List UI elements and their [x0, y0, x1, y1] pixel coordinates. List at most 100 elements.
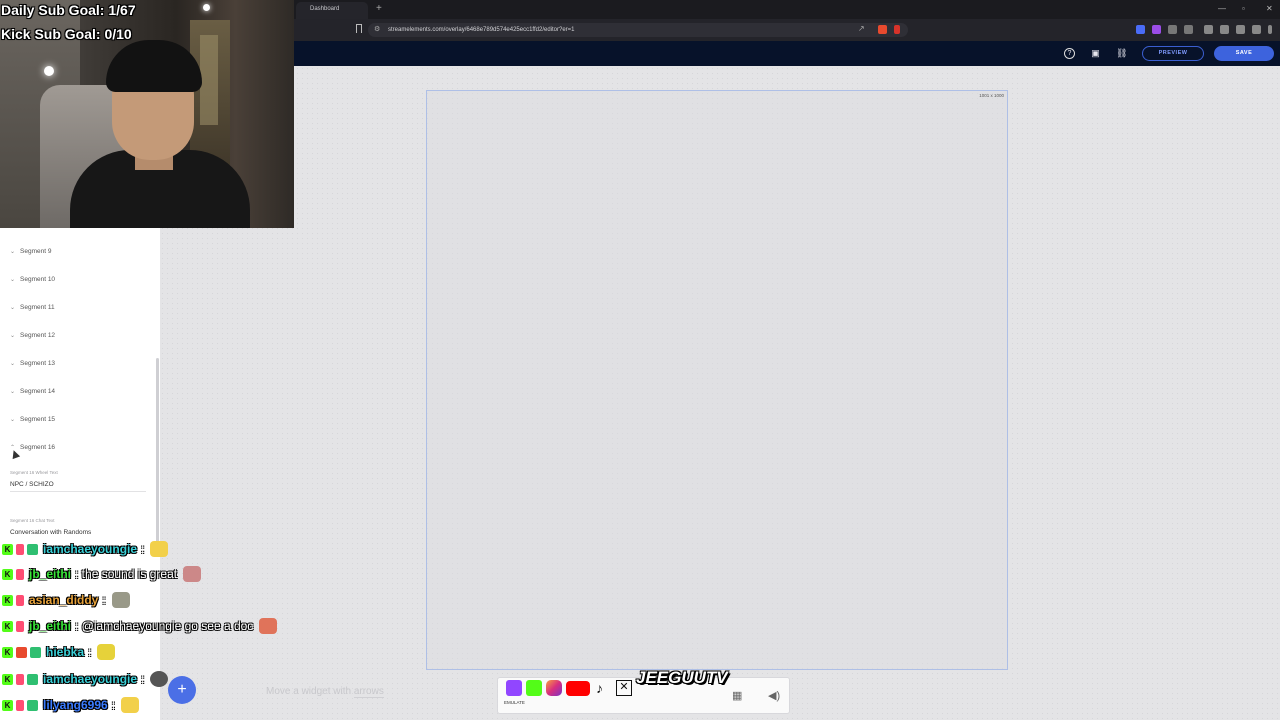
chat-text-input[interactable]: Conversation with Randoms — [10, 529, 91, 536]
add-widget-button[interactable]: + — [168, 676, 196, 704]
tab-dashboard[interactable]: Dashboard — [296, 2, 368, 19]
vpn-icon[interactable] — [1236, 25, 1245, 34]
chevron-down-icon: ⌄ — [10, 417, 16, 423]
menu-icon[interactable] — [1268, 25, 1272, 34]
kick-badge-icon: K — [2, 673, 13, 685]
editor-toolbar: ? ▣ ⛓ PREVIEW SAVE — [294, 41, 1280, 66]
badge-icon — [16, 646, 27, 658]
save-button[interactable]: SAVE — [1214, 46, 1274, 61]
x-icon[interactable]: ✕ — [616, 680, 632, 696]
instagram-icon[interactable] — [546, 680, 562, 696]
sub-badge-icon — [16, 620, 24, 632]
segment-11-toggle[interactable]: ⌄ Segment 11 — [10, 303, 55, 313]
chevron-down-icon: ⌄ — [10, 305, 16, 311]
moderator-badge-icon — [27, 699, 38, 711]
kick-badge-icon: K — [2, 543, 13, 555]
extensions-icon[interactable] — [1168, 25, 1177, 34]
url-text: streamelements.com/overlay/6468e789d574e… — [388, 27, 575, 33]
panel-scrollbar[interactable] — [156, 358, 159, 543]
segment-9-toggle[interactable]: ⌄ Segment 9 — [10, 247, 51, 257]
emote-icon — [111, 592, 130, 608]
preview-button[interactable]: PREVIEW — [1142, 46, 1204, 61]
emote-icon — [97, 644, 116, 660]
chat-message: K jb_eithi : the sound is great — [2, 563, 202, 585]
kick-badge-icon: K — [2, 594, 13, 606]
streamer-logo: JEEGUUTV — [636, 668, 728, 687]
chat-text: : — [141, 672, 145, 686]
tiktok-icon[interactable]: ♪ — [596, 680, 610, 696]
sub-badge-icon — [16, 699, 24, 711]
kick-badge-icon: K — [2, 699, 13, 711]
chat-text: : — [141, 542, 145, 556]
light — [44, 66, 54, 76]
wheel-text-input[interactable]: NPC / SCHIZO — [10, 481, 54, 488]
chat-username: jb_eithi — [29, 619, 72, 633]
chevron-down-icon: ⌄ — [10, 277, 16, 283]
monitor-icon[interactable]: ▣ — [1090, 48, 1101, 59]
webcam-feed: Daily Sub Goal: 1/67 Kick Sub Goal: 0/10 — [0, 0, 294, 228]
address-bar: ⚙ streamelements.com/overlay/6468e789d57… — [294, 19, 1280, 41]
extension-icon[interactable] — [1136, 25, 1145, 34]
minimize-icon[interactable]: — — [1218, 3, 1226, 15]
canvas-size-label: 1001 x 1000 — [979, 93, 1004, 98]
sidebar-icon[interactable] — [1204, 25, 1213, 34]
extension-icon[interactable] — [1152, 25, 1161, 34]
chevron-down-icon: ⌄ — [10, 389, 16, 395]
tab-title: Dashboard — [310, 6, 340, 12]
chevron-down-icon: ⌄ — [10, 249, 16, 255]
grid-icon[interactable]: ▦ — [732, 690, 742, 702]
moderator-badge-icon — [27, 543, 38, 555]
segment-15-toggle[interactable]: ⌄ Segment 15 — [10, 415, 55, 425]
segment-13-toggle[interactable]: ⌄ Segment 13 — [10, 359, 55, 369]
emulate-label[interactable]: EMULATE — [504, 700, 525, 705]
chat-message: K iamchaeyoungie : — [2, 538, 169, 560]
screenshot-icon[interactable] — [1184, 25, 1193, 34]
emote-icon — [121, 697, 140, 713]
kick-badge-icon: K — [2, 568, 13, 580]
rewards-icon[interactable] — [894, 25, 900, 34]
twitch-icon[interactable] — [506, 680, 522, 696]
cat-emote-icon — [183, 566, 202, 582]
volume-icon[interactable]: ◀) — [768, 690, 780, 702]
help-icon[interactable]: ? — [1064, 48, 1075, 59]
bookmark-icon[interactable] — [356, 24, 362, 33]
overlay-canvas[interactable]: 1001 x 1000 — [426, 90, 1008, 670]
chat-message: K lilyang6996 : — [2, 694, 140, 716]
sub-badge-icon — [16, 673, 24, 685]
sub-badge-icon — [16, 594, 24, 606]
youtube-icon[interactable] — [566, 681, 590, 696]
field-label: Segment 16 Wheel Text — [10, 470, 58, 475]
daily-sub-goal: Daily Sub Goal: 1/67 — [1, 2, 136, 18]
door-window — [200, 35, 218, 125]
chat-message: K iamchaeyoungie : — [2, 668, 169, 690]
chat-username: iamchaeyoungie — [43, 542, 138, 556]
segment-10-toggle[interactable]: ⌄ Segment 10 — [10, 275, 55, 285]
segment-12-toggle[interactable]: ⌄ Segment 12 — [10, 331, 55, 341]
light — [203, 4, 210, 11]
link-icon[interactable]: ⛓ — [1116, 48, 1127, 59]
share-icon[interactable]: ↗ — [858, 24, 865, 33]
site-info-icon[interactable]: ⚙ — [374, 25, 380, 33]
kick-sub-goal: Kick Sub Goal: 0/10 — [1, 26, 132, 42]
url-input[interactable]: ⚙ streamelements.com/overlay/6468e789d57… — [368, 23, 908, 37]
emote-icon — [150, 541, 169, 557]
streamer-hair — [106, 40, 202, 92]
maximize-icon[interactable]: ▫ — [1242, 3, 1245, 15]
kick-badge-icon: K — [2, 646, 13, 658]
sub-badge-icon — [16, 543, 24, 555]
emote-icon — [150, 671, 169, 687]
chat-text: : the sound is great — [75, 567, 178, 581]
moderator-badge-icon — [30, 646, 41, 658]
chat-username: lilyang6996 — [43, 698, 108, 712]
brave-shield-icon[interactable] — [878, 25, 887, 34]
shield-icon[interactable] — [1252, 25, 1261, 34]
chat-message: K jb_eithi : @iamchaeyoungie go see a do… — [2, 615, 278, 637]
chat-message: K hiebka : — [2, 641, 116, 663]
field-label: Segment 16 Chat Text — [10, 518, 55, 523]
kick-icon[interactable] — [526, 680, 542, 696]
chevron-down-icon: ⌄ — [10, 361, 16, 367]
close-window-icon[interactable]: ✕ — [1266, 3, 1273, 15]
new-tab-button[interactable]: + — [376, 3, 382, 15]
wallet-icon[interactable] — [1220, 25, 1229, 34]
segment-14-toggle[interactable]: ⌄ Segment 14 — [10, 387, 55, 397]
